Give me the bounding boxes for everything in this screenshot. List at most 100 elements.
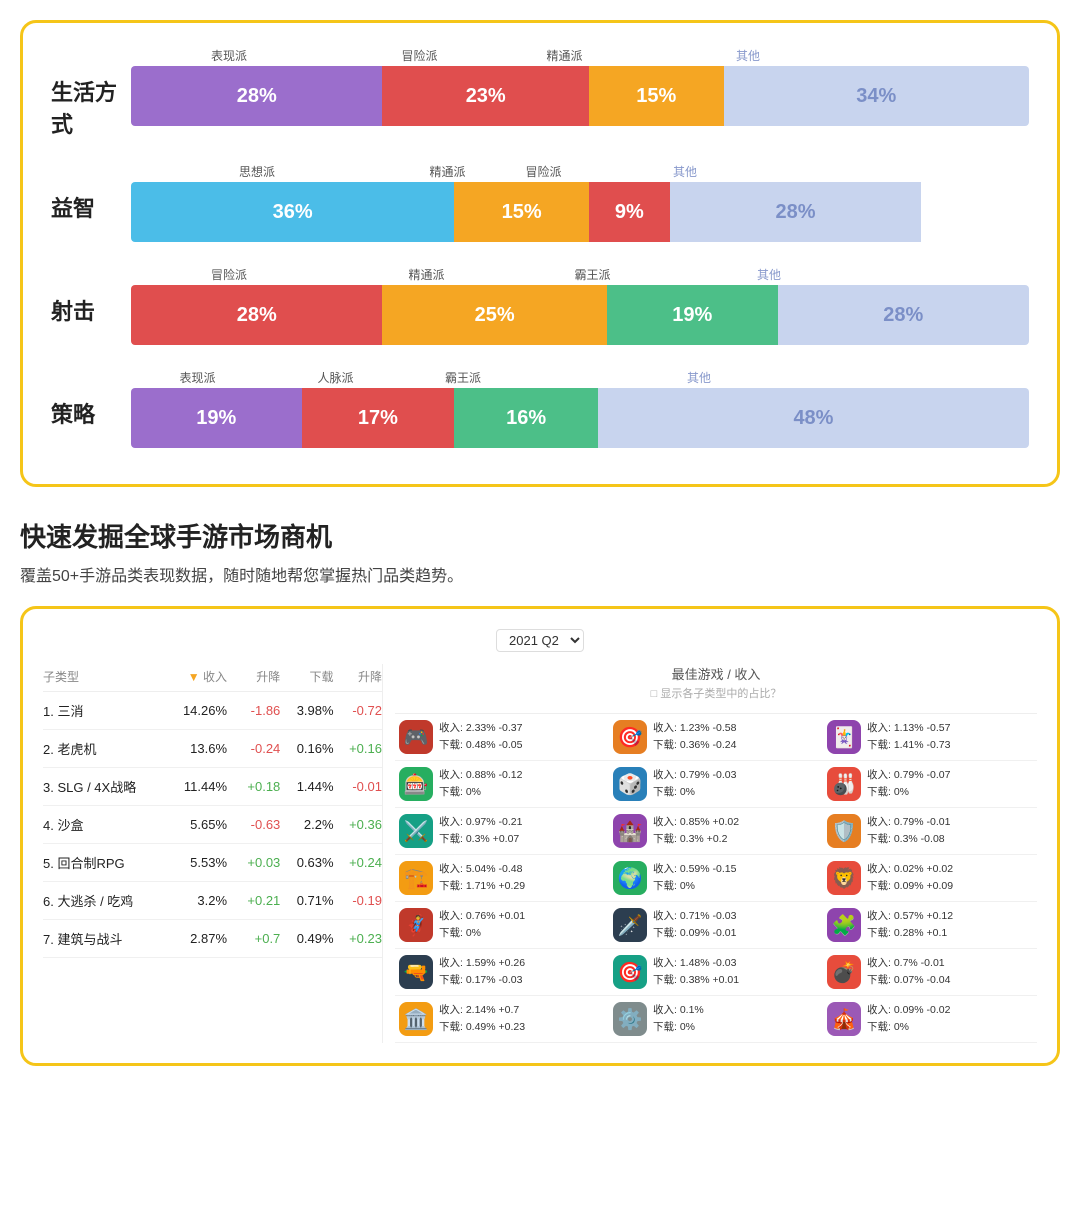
legend-item-2-1: 精通派: [339, 266, 514, 283]
games-row-0: 🎮收入: 2.33% -0.37下载: 0.48% -0.05🎯收入: 1.23…: [395, 714, 1037, 761]
bar-seg-2-0: 28%: [131, 285, 382, 345]
bar-pct-2-1: 25%: [475, 304, 515, 327]
legend-item-3-3: 其他: [531, 369, 867, 386]
game-icon-1-0: 🎰: [399, 767, 433, 801]
games-row-5: 🔫收入: 1.59% +0.26下载: 0.17% -0.03🎯收入: 1.48…: [395, 949, 1037, 996]
bar-pct-3-2: 16%: [506, 407, 546, 430]
row-2-cell-4: -0.01: [334, 779, 382, 794]
game-icon-6-2: 🎪: [827, 1002, 861, 1036]
game-stats-0-2: 收入: 1.13% -0.57下载: 1.41% -0.73: [867, 720, 950, 754]
game-icon-2-0: ⚔️: [399, 814, 433, 848]
games-row-2: ⚔️收入: 0.97% -0.21下载: 0.3% +0.07🏰收入: 0.85…: [395, 808, 1037, 855]
bar-seg-0-1: 23%: [382, 66, 589, 126]
game-icon-3-0: 🏗️: [399, 861, 433, 895]
row-6-cell-4: +0.23: [334, 931, 382, 946]
table-row-1: 2. 老虎机13.6%-0.240.16%+0.16: [43, 730, 382, 768]
game-icon-0-0: 🎮: [399, 720, 433, 754]
genre-row-1: 益智思想派精通派冒险派其他 36% 15% 9% 28%: [51, 163, 1029, 242]
bar-seg-1-2: 9%: [589, 182, 670, 242]
game-icon-3-2: 🦁: [827, 861, 861, 895]
legend-item-3-2: 霸王派: [407, 369, 519, 386]
game-cell-0-0: 🎮收入: 2.33% -0.37下载: 0.48% -0.05: [395, 718, 609, 756]
genre-label-2: 射击: [51, 266, 131, 326]
col-header-revChg: 升降: [227, 668, 280, 685]
legend-item-1-0: 思想派: [131, 163, 383, 180]
game-stats-1-2: 收入: 0.79% -0.07下载: 0%: [867, 767, 950, 801]
genre-row-0: 生活方式表现派冒险派精通派其他28%23%15%34%: [51, 47, 1029, 139]
legend-item-1-1: 精通派: [395, 163, 500, 180]
game-stats-2-0: 收入: 0.97% -0.21下载: 0.3% +0.07: [439, 814, 522, 848]
top-card: 生活方式表现派冒险派精通派其他28%23%15%34%益智思想派精通派冒险派其他…: [20, 20, 1060, 487]
genre-content-0: 表现派冒险派精通派其他28%23%15%34%: [131, 47, 1029, 126]
game-cell-3-1: 🌍收入: 0.59% -0.15下载: 0%: [609, 859, 823, 897]
legend-row-3: 表现派人脉派霸王派其他: [131, 369, 1029, 386]
legend-item-3-1: 人脉派: [276, 369, 395, 386]
game-cell-2-0: ⚔️收入: 0.97% -0.21下载: 0.3% +0.07: [395, 812, 609, 850]
legend-item-0-0: 表现派: [131, 47, 327, 64]
game-icon-5-2: 💣: [827, 955, 861, 989]
genre-label-3: 策略: [51, 369, 131, 429]
bar-seg-0-3: 34%: [724, 66, 1029, 126]
bar-pct-1-0: 36%: [273, 201, 313, 224]
game-icon-2-2: 🛡️: [827, 814, 861, 848]
bar-pct-0-2: 15%: [636, 85, 676, 108]
row-1-cell-3: 0.16%: [280, 741, 333, 756]
bar-seg-0-0: 28%: [131, 66, 382, 126]
table-row-6: 7. 建筑与战斗2.87%+0.70.49%+0.23: [43, 920, 382, 958]
row-1-cell-1: 13.6%: [159, 741, 227, 756]
genre-content-2: 冒险派精通派霸王派其他28%25%19%28%: [131, 266, 1029, 345]
game-cell-4-1: 🗡️收入: 0.71% -0.03下载: 0.09% -0.01: [609, 906, 823, 944]
game-stats-4-1: 收入: 0.71% -0.03下载: 0.09% -0.01: [653, 908, 736, 942]
row-4-cell-2: +0.03: [227, 855, 280, 870]
legend-item-0-1: 冒险派: [339, 47, 500, 64]
row-4-cell-1: 5.53%: [159, 855, 227, 870]
legend-row-1: 思想派精通派冒险派其他: [131, 163, 1029, 180]
bottom-card: 2021 Q2子类型▼ 收入升降下载升降1. 三消14.26%-1.863.98…: [20, 606, 1060, 1066]
legend-item-0-3: 其他: [629, 47, 867, 64]
legend-item-2-2: 霸王派: [526, 266, 659, 283]
quarter-selector[interactable]: 2021 Q2: [496, 629, 584, 652]
game-icon-2-1: 🏰: [613, 814, 647, 848]
row-5-cell-0: 6. 大逃杀 / 吃鸡: [43, 891, 159, 910]
game-cell-4-2: 🧩收入: 0.57% +0.12下载: 0.28% +0.1: [823, 906, 1037, 944]
bar-seg-1-3: 28%: [670, 182, 921, 242]
table-row-4: 5. 回合制RPG5.53%+0.030.63%+0.24: [43, 844, 382, 882]
game-icon-4-2: 🧩: [827, 908, 861, 942]
bar-pct-2-0: 28%: [237, 304, 277, 327]
table-row-0: 1. 三消14.26%-1.863.98%-0.72: [43, 692, 382, 730]
game-icon-6-1: ⚙️: [613, 1002, 647, 1036]
games-row-4: 🦸收入: 0.76% +0.01下载: 0%🗡️收入: 0.71% -0.03下…: [395, 902, 1037, 949]
bar-wrapper-1: 36% 15% 9% 28%: [131, 182, 1029, 242]
row-2-cell-0: 3. SLG / 4X战略: [43, 777, 159, 796]
row-4-cell-3: 0.63%: [280, 855, 333, 870]
row-4-cell-4: +0.24: [334, 855, 382, 870]
row-0-cell-0: 1. 三消: [43, 701, 159, 720]
game-cell-1-0: 🎰收入: 0.88% -0.12下载: 0%: [395, 765, 609, 803]
row-0-cell-1: 14.26%: [159, 703, 227, 718]
bar-pct-1-1: 15%: [502, 201, 542, 224]
game-icon-4-1: 🗡️: [613, 908, 647, 942]
bar-seg-2-1: 25%: [382, 285, 607, 345]
table-row-2: 3. SLG / 4X战略11.44%+0.181.44%-0.01: [43, 768, 382, 806]
right-header: 最佳游戏 / 收入: [395, 664, 1037, 683]
legend-row-2: 冒险派精通派霸王派其他: [131, 266, 1029, 283]
game-stats-6-1: 收入: 0.1%下载: 0%: [653, 1002, 704, 1036]
bar-seg-1-1: 15%: [454, 182, 589, 242]
legend-item-2-3: 其他: [671, 266, 867, 283]
row-6-cell-2: +0.7: [227, 931, 280, 946]
row-5-cell-4: -0.19: [334, 893, 382, 908]
bar-pct-1-3: 28%: [775, 201, 815, 224]
table-row-3: 4. 沙盒5.65%-0.632.2%+0.36: [43, 806, 382, 844]
col-header-rev: ▼ 收入: [159, 668, 227, 685]
game-icon-1-1: 🎲: [613, 767, 647, 801]
genre-row-2: 射击冒险派精通派霸王派其他28%25%19%28%: [51, 266, 1029, 345]
game-cell-5-2: 💣收入: 0.7% -0.01下载: 0.07% -0.04: [823, 953, 1037, 991]
row-6-cell-0: 7. 建筑与战斗: [43, 929, 159, 948]
bar-wrapper-2: 28%25%19%28%: [131, 285, 1029, 345]
row-3-cell-2: -0.63: [227, 817, 280, 832]
game-icon-1-2: 🎳: [827, 767, 861, 801]
game-stats-3-1: 收入: 0.59% -0.15下载: 0%: [653, 861, 736, 895]
genre-label-1: 益智: [51, 163, 131, 223]
left-table: 子类型▼ 收入升降下载升降1. 三消14.26%-1.863.98%-0.722…: [43, 664, 383, 1043]
quarter-row: 2021 Q2: [43, 629, 1037, 656]
